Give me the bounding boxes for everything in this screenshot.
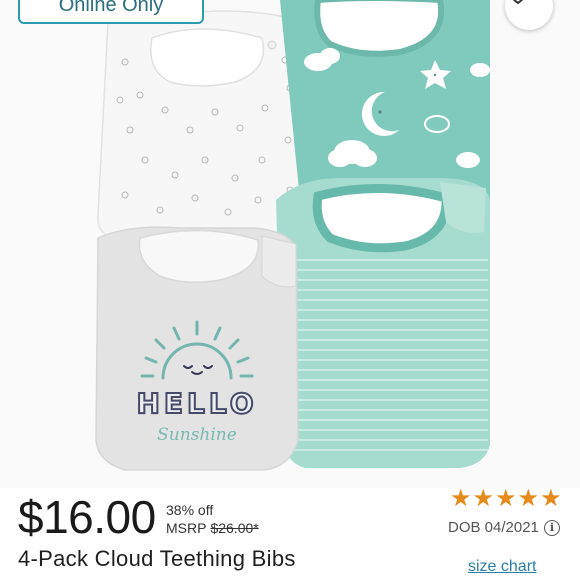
star-icon: ★ bbox=[517, 485, 540, 512]
dob-info[interactable]: DOB 04/2021 i bbox=[448, 519, 560, 536]
current-price: $16.00 bbox=[18, 491, 156, 543]
star-icon: ★ bbox=[472, 485, 495, 512]
star-icon: ★ bbox=[450, 485, 472, 512]
online-only-badge: Online Only bbox=[18, 0, 204, 24]
product-image[interactable]: HELLO Sunshine Online Only bbox=[0, 0, 580, 488]
msrp-label: MSRP bbox=[166, 520, 207, 536]
hello-sunshine-bib: HELLO Sunshine bbox=[95, 226, 299, 471]
bib-hello-print: HELLO bbox=[136, 387, 257, 420]
discount-text: 38% off bbox=[166, 502, 214, 518]
msrp-value: $26.00* bbox=[210, 520, 259, 536]
info-icon[interactable]: i bbox=[543, 519, 560, 536]
bibs-illustration: HELLO Sunshine bbox=[95, 0, 490, 471]
bib-sunshine-print: Sunshine bbox=[157, 425, 237, 445]
star-icon: ★ bbox=[540, 485, 562, 512]
heart-icon bbox=[512, 0, 524, 5]
star-icon: ★ bbox=[495, 485, 517, 512]
striped-teal-bib bbox=[276, 178, 490, 468]
product-title: 4-Pack Cloud Teething Bibs bbox=[18, 546, 296, 571]
rating-stars[interactable]: ★ ★ ★ ★ ★ bbox=[450, 486, 562, 512]
dob-label: DOB 04/2021 bbox=[448, 519, 539, 536]
msrp-text: MSRP $26.00* bbox=[166, 520, 259, 536]
size-chart-link[interactable]: size chart bbox=[468, 558, 536, 576]
